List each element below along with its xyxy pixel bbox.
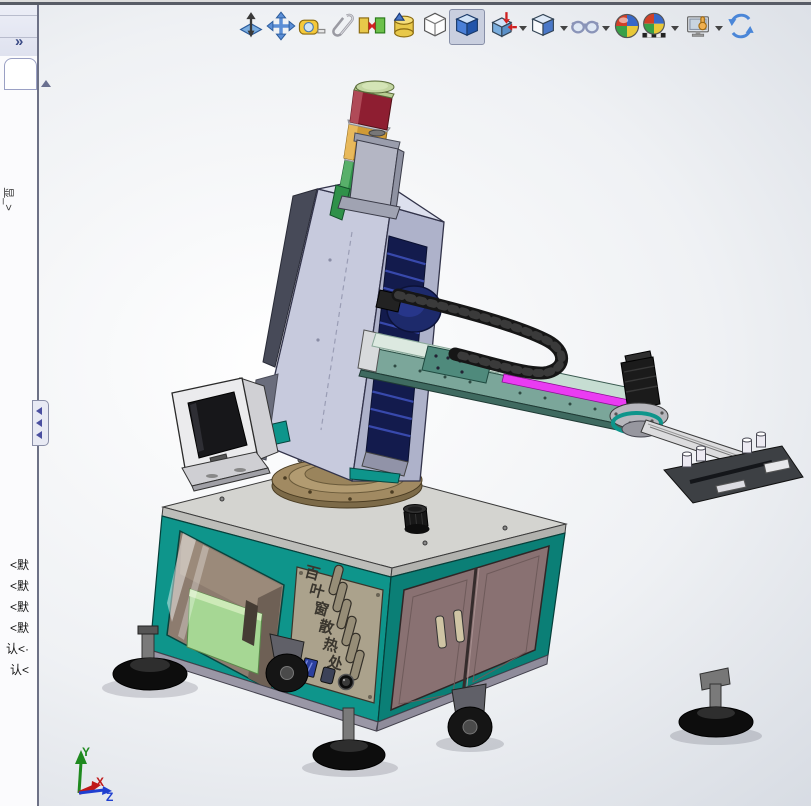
tree-item[interactable]: 认< bbox=[0, 661, 29, 677]
view-orientation-icon[interactable] bbox=[528, 11, 558, 41]
shaded-display-icon[interactable] bbox=[452, 11, 482, 41]
view-settings-dropdown-caret[interactable] bbox=[715, 26, 723, 31]
view-orientation-dropdown-caret[interactable] bbox=[560, 26, 568, 31]
scroll-up-arrow-icon[interactable] bbox=[41, 80, 51, 87]
view-toolbar bbox=[0, 0, 811, 52]
view-settings-icon[interactable] bbox=[683, 11, 713, 41]
z-motor[interactable] bbox=[330, 130, 404, 220]
section-view-icon[interactable] bbox=[488, 11, 518, 41]
rebuild-icon[interactable] bbox=[726, 11, 756, 41]
edit-appearance-icon[interactable] bbox=[612, 11, 642, 41]
attach-clip-icon[interactable] bbox=[327, 11, 357, 41]
tree-item[interactable]: <默 bbox=[0, 556, 29, 572]
measure-icon[interactable] bbox=[296, 11, 326, 41]
panel-splitter-handle[interactable] bbox=[32, 400, 49, 446]
tree-item[interactable]: <默 bbox=[0, 577, 29, 593]
tree-item[interactable]: 认<· bbox=[0, 640, 29, 656]
tabletop-knob[interactable] bbox=[404, 505, 430, 535]
revolve-cut-icon[interactable] bbox=[389, 11, 419, 41]
hide-show-dropdown-caret[interactable] bbox=[602, 26, 610, 31]
tree-item[interactable]: <默 bbox=[0, 598, 29, 614]
graphics-area[interactable]: 百 叶 窗 散 热 处 bbox=[0, 0, 811, 806]
hide-show-items-icon[interactable] bbox=[570, 11, 600, 41]
end-effector[interactable] bbox=[610, 351, 803, 503]
feature-tree-pane-top bbox=[4, 58, 37, 90]
vertical-tab-label[interactable]: 显_> bbox=[3, 179, 17, 219]
apply-scene-icon[interactable] bbox=[639, 11, 669, 41]
y-axis-label: Y bbox=[82, 745, 90, 759]
mate-icon[interactable] bbox=[357, 11, 387, 41]
wireframe-display-icon[interactable] bbox=[420, 11, 450, 41]
apply-scene-dropdown-caret[interactable] bbox=[671, 26, 679, 31]
x-axis-label: X bbox=[96, 775, 104, 789]
normal-to-view-icon[interactable] bbox=[236, 11, 266, 41]
pan-icon[interactable] bbox=[266, 11, 296, 41]
section-view-dropdown-caret[interactable] bbox=[519, 26, 527, 31]
axis-triad: Y X Z bbox=[75, 745, 113, 804]
tree-item[interactable]: <默 bbox=[0, 619, 29, 635]
z-axis-label: Z bbox=[106, 790, 113, 804]
